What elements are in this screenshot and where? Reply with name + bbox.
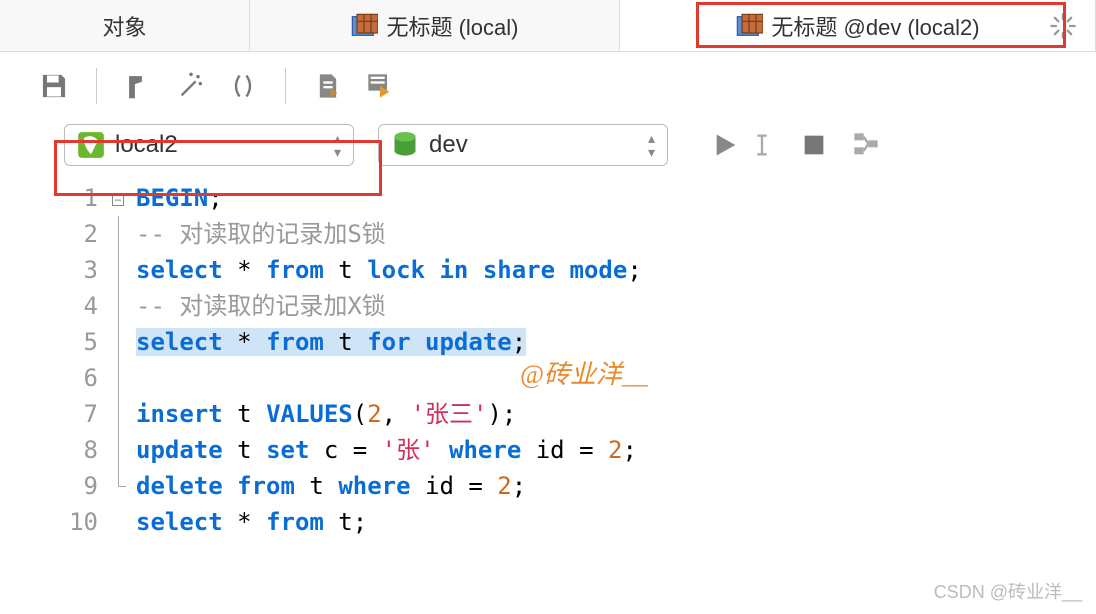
separator	[96, 68, 97, 104]
explain-icon[interactable]	[852, 131, 880, 159]
run-icon[interactable]	[712, 131, 740, 159]
database-icon	[391, 131, 419, 159]
code-line: -- 对读取的记录加S锁	[128, 216, 386, 252]
code-line: insert t VALUES(2, '张三');	[128, 396, 516, 432]
parentheses-icon[interactable]	[229, 72, 257, 100]
dropdown-label: local2	[115, 131, 324, 159]
tab-untitled-dev[interactable]: 无标题 @dev (local2)	[620, 0, 1096, 51]
code-line: select * from t for update;	[128, 324, 526, 360]
table-icon	[350, 12, 378, 40]
csdn-watermark: CSDN @砖业洋__	[934, 578, 1082, 604]
tab-label: 对象	[102, 10, 146, 42]
export-table-icon[interactable]	[366, 72, 394, 100]
loading-spinner-icon	[1049, 12, 1077, 40]
connection-icon	[77, 131, 105, 159]
separator	[285, 68, 286, 104]
stop-icon[interactable]	[800, 131, 828, 159]
connection-dropdown[interactable]: local2 ▴▾	[64, 124, 354, 166]
dropdown-label: dev	[429, 131, 638, 159]
tab-label: 无标题 @dev (local2)	[771, 10, 979, 42]
line-number: 2	[0, 216, 108, 252]
line-number: 7	[0, 396, 108, 432]
line-number: 3	[0, 252, 108, 288]
toolbar-connection: local2 ▴▾ dev ▴▾	[0, 120, 1096, 180]
line-number: 8	[0, 432, 108, 468]
line-number: 4	[0, 288, 108, 324]
line-number: 9	[0, 468, 108, 504]
code-line: delete from t where id = 2;	[128, 468, 526, 504]
database-dropdown[interactable]: dev ▴▾	[378, 124, 668, 166]
chevron-updown-icon: ▴▾	[334, 131, 341, 159]
code-line: BEGIN;	[128, 180, 223, 216]
hammer-icon[interactable]	[125, 72, 153, 100]
wand-icon[interactable]	[177, 72, 205, 100]
fold-toggle[interactable]: −	[108, 180, 128, 216]
code-line: select * from t lock in share mode;	[128, 252, 642, 288]
tab-label: 无标题 (local)	[386, 10, 518, 42]
line-number: 1	[0, 180, 108, 216]
tab-untitled-local[interactable]: 无标题 (local)	[250, 0, 620, 51]
code-line: -- 对读取的记录加X锁	[128, 288, 386, 324]
line-number: 6	[0, 360, 108, 396]
code-line: select * from t;	[128, 504, 367, 540]
table-icon	[735, 12, 763, 40]
code-line: update t set c = '张' where id = 2;	[128, 432, 637, 468]
line-number: 10	[0, 504, 108, 540]
tab-bar: 对象 无标题 (local) 无标题 @dev (local2)	[0, 0, 1096, 52]
cursor-icon[interactable]	[748, 131, 776, 159]
save-icon[interactable]	[40, 72, 68, 100]
tab-objects[interactable]: 对象	[0, 0, 250, 51]
watermark: @砖业洋__	[520, 354, 648, 391]
chevron-updown-icon: ▴▾	[648, 131, 655, 159]
toolbar-main	[0, 52, 1096, 120]
line-number: 5	[0, 324, 108, 360]
document-icon[interactable]	[314, 72, 342, 100]
